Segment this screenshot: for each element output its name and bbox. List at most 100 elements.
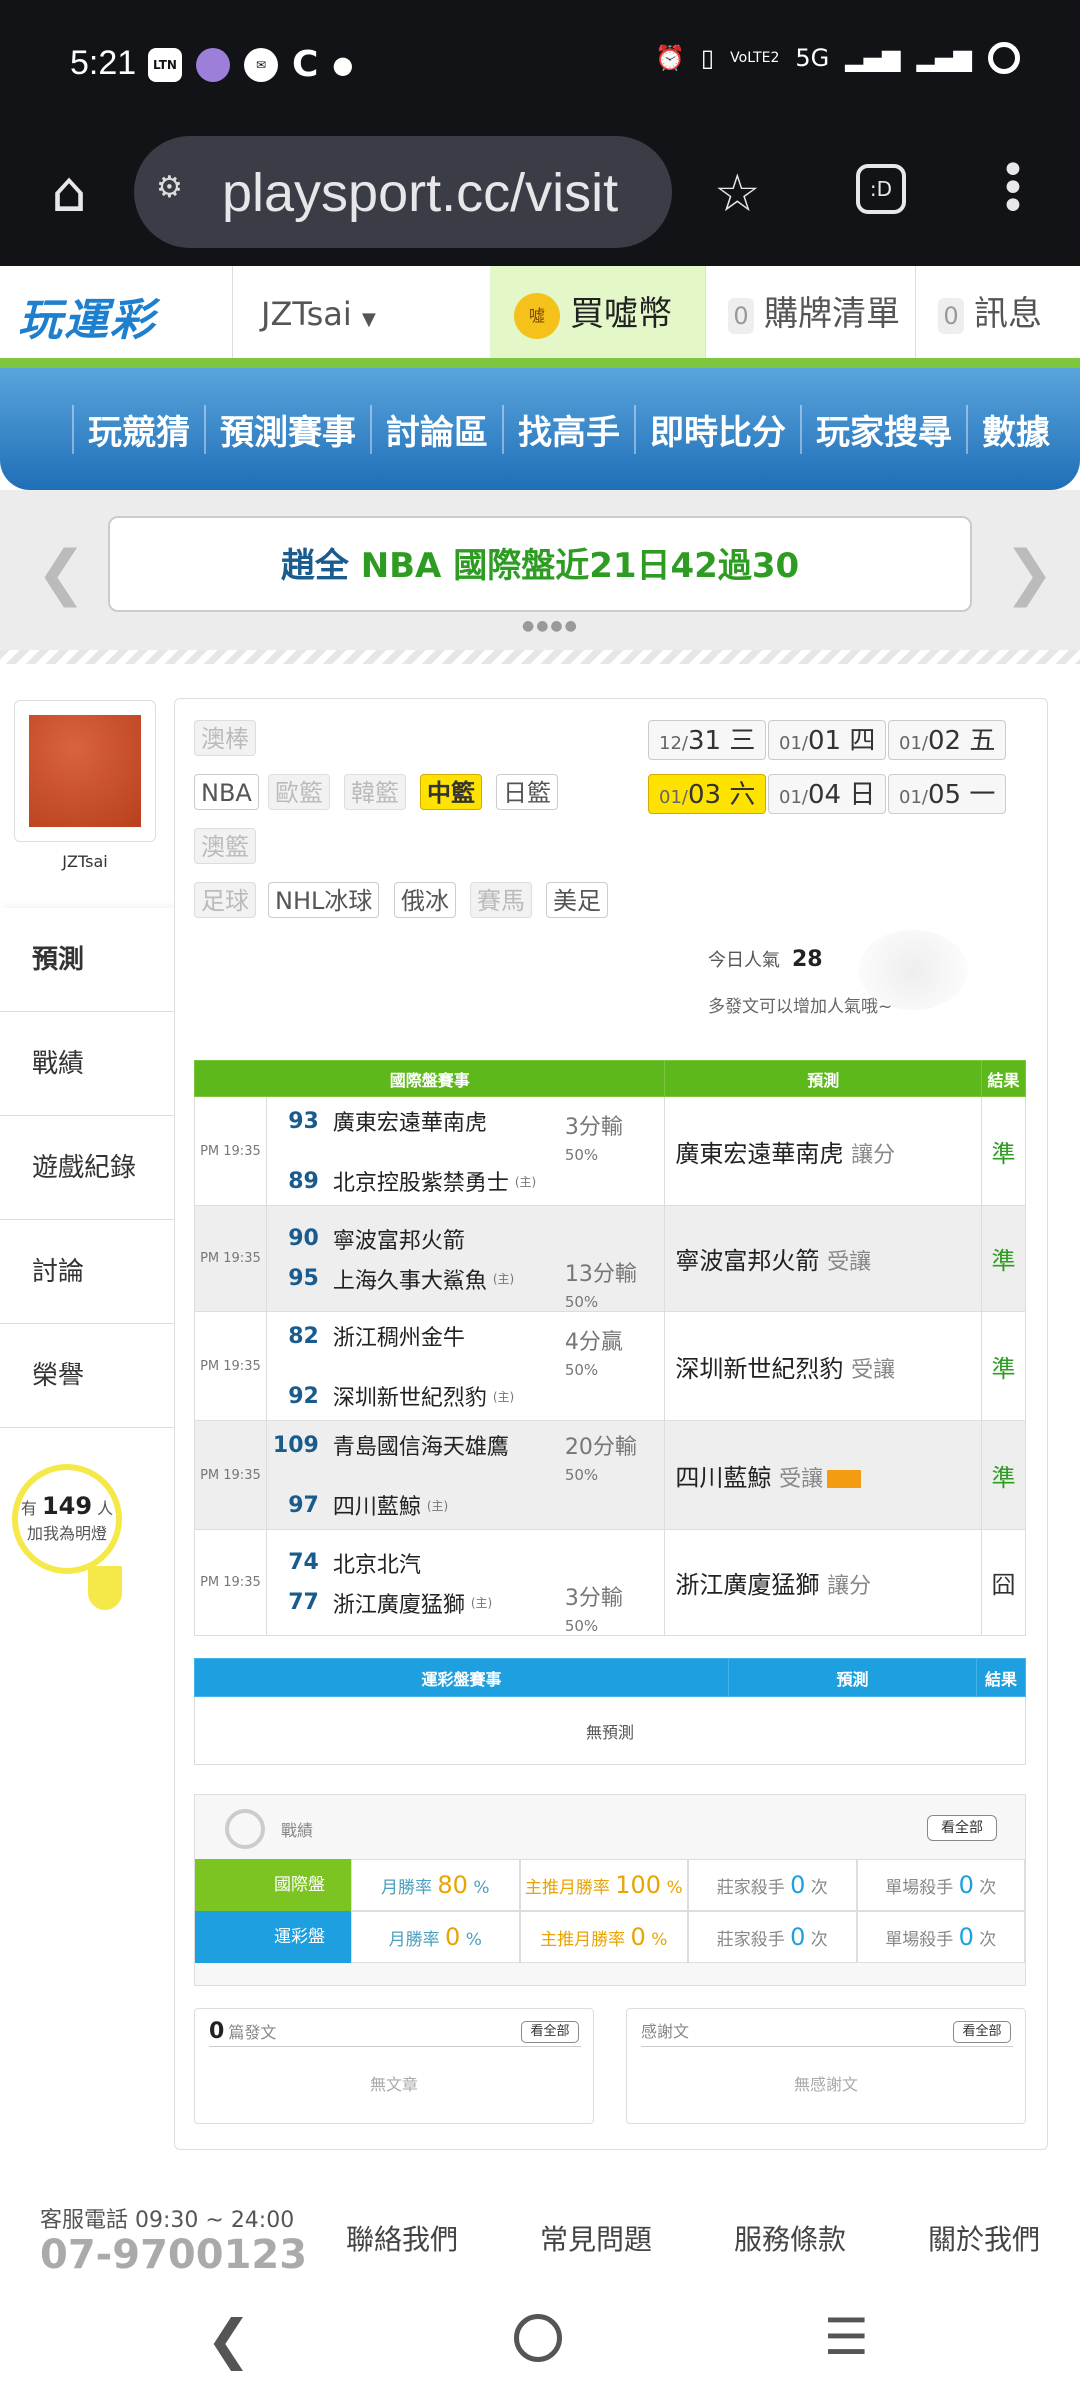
predicted-team: 深圳新世紀烈豹 [675, 1354, 844, 1383]
sport-tag-soccer[interactable]: 足球 [194, 882, 256, 918]
nav-item-forum[interactable]: 討論區 [370, 404, 502, 454]
menu-item-honors[interactable]: 榮譽 [0, 1324, 174, 1428]
promo-banner[interactable]: 趙全 NBA 國際盤近21日42過30 [108, 516, 972, 612]
sport-tag-aus-basketball[interactable]: 澳籃 [194, 828, 256, 864]
home-team[interactable]: 四川藍鯨 [333, 1489, 421, 1521]
away-team[interactable]: 青島國信海天雄鷹 [333, 1429, 509, 1461]
stat-label: 單場殺手 [885, 1930, 954, 1950]
date-weekday: 三 [729, 726, 756, 756]
view-all-thanks-button[interactable]: 看全部 [953, 2021, 1011, 2043]
nav-item-player-search[interactable]: 玩家搜尋 [800, 404, 966, 454]
stat-label: 月勝率 [388, 1930, 440, 1950]
cart-button[interactable]: 0 購牌清單 [705, 266, 915, 362]
chevron-right-icon[interactable]: ❯ [1004, 538, 1054, 608]
site-settings-icon[interactable]: ⚙ [156, 170, 200, 214]
home-marker: (主) [492, 1272, 515, 1286]
handicap-pct: 50% [564, 1146, 599, 1164]
table-row: 無預測 [194, 1696, 1026, 1765]
chevron-left-icon[interactable]: ❮ [36, 538, 86, 608]
date-0105[interactable]: 01/05 一 [888, 774, 1007, 814]
user-dropdown[interactable]: JZTsai ▼ [232, 266, 490, 362]
messages-button[interactable]: 0 訊息 [915, 266, 1080, 362]
away-score: 74 [288, 1550, 319, 1575]
sport-tag-american-football[interactable]: 美足 [546, 882, 608, 918]
handicap: 4分贏 50% [565, 1330, 623, 1383]
col-header-result: 結果 [976, 1658, 1026, 1697]
nav-item-experts[interactable]: 找高手 [502, 404, 634, 454]
service-phone[interactable]: 07-9700123 [40, 2232, 307, 2278]
recents-icon[interactable]: ☰ [824, 2308, 869, 2366]
more-options-icon[interactable]: • • • [1000, 149, 1026, 229]
col-header-prediction: 預測 [728, 1658, 977, 1697]
more-dot-icon: ● [332, 50, 354, 79]
date-0104[interactable]: 01/04 日 [768, 774, 887, 814]
home-team[interactable]: 北京控股紫禁勇士 [333, 1165, 509, 1197]
record-title: 戰績 [281, 1821, 314, 1840]
menu-item-record[interactable]: 戰績 [0, 1012, 174, 1116]
menu-item-game-history[interactable]: 遊戲紀錄 [0, 1116, 174, 1220]
battery-icon [988, 42, 1020, 74]
stat-unit: % [465, 1930, 482, 1950]
url-text[interactable]: playsport.cc/visit [222, 162, 662, 224]
footer-link-contact[interactable]: 聯絡我們 [346, 2218, 458, 2258]
record-panel: 戰績 看全部 國際盤 月勝率 80 % 主推月勝率 100 % 莊家殺手 0 次… [194, 1794, 1026, 1986]
nav-item-predict[interactable]: 預測賽事 [204, 404, 370, 454]
nav-item-guess[interactable]: 玩競猜 [72, 404, 204, 454]
bookmark-star-icon[interactable]: ☆ [714, 164, 761, 224]
footer-link-terms[interactable]: 服務條款 [734, 2218, 846, 2258]
home-team[interactable]: 浙江廣廈猛獅 [333, 1587, 465, 1619]
sport-tag-euro-basketball[interactable]: 歐籃 [268, 774, 330, 810]
buy-coin-button[interactable]: 噓買噓幣 [490, 266, 705, 362]
prediction: 寧波富邦火箭 受讓 [664, 1205, 983, 1312]
away-team[interactable]: 寧波富邦火箭 [333, 1223, 465, 1255]
sport-tag-nhl[interactable]: NHL冰球 [268, 882, 380, 918]
home-nav-icon[interactable] [514, 2314, 562, 2362]
address-bar[interactable]: ⚙ playsport.cc/visit [134, 136, 672, 248]
away-team[interactable]: 浙江稠州金牛 [333, 1320, 465, 1352]
view-all-record-button[interactable]: 看全部 [927, 1815, 997, 1841]
bulb-prefix: 有 [20, 1499, 37, 1518]
nav-item-data[interactable]: 數據 [966, 404, 1064, 454]
stat-value: 100 [615, 1871, 662, 1899]
date-1231[interactable]: 12/31 三 [648, 720, 767, 760]
sport-tag-russia-hockey[interactable]: 俄冰 [394, 882, 456, 918]
avatar-image [29, 715, 141, 827]
home-team[interactable]: 深圳新世紀烈豹 [333, 1380, 487, 1412]
handicap-pct: 50% [564, 1466, 599, 1484]
date-weekday: 一 [969, 780, 996, 810]
menu-item-predictions[interactable]: 預測 [0, 908, 174, 1012]
sport-tag-horse-racing[interactable]: 賽馬 [470, 882, 532, 918]
date-md: 01/ [779, 787, 808, 808]
follow-bulb[interactable]: 有 149 人 加我為明燈 [12, 1464, 122, 1610]
home-icon[interactable]: ⌂ [36, 160, 102, 226]
sport-tag-nba[interactable]: NBA [194, 774, 259, 810]
site-logo[interactable]: 玩運彩 [18, 284, 193, 346]
col-header-events: 運彩盤賽事 [194, 1658, 729, 1697]
cart-count: 0 [728, 297, 754, 334]
prediction: 四川藍鯨 受讓 [664, 1420, 983, 1530]
signal-icon: ▂▄▆ [845, 44, 901, 72]
away-team[interactable]: 廣東宏遠華南虎 [333, 1105, 487, 1137]
footer-link-faq[interactable]: 常見問題 [540, 2218, 652, 2258]
game-time: PM 19:35 [194, 1096, 267, 1206]
nav-item-live-scores[interactable]: 即時比分 [634, 404, 800, 454]
tab-switcher-icon[interactable]: :D [856, 164, 906, 214]
footer-link-about[interactable]: 關於我們 [928, 2218, 1040, 2258]
col-header-result: 結果 [981, 1060, 1026, 1097]
date-0103[interactable]: 01/03 六 [648, 774, 767, 814]
away-team[interactable]: 北京北汽 [333, 1547, 421, 1579]
view-all-posts-button[interactable]: 看全部 [521, 2021, 579, 2043]
avatar[interactable] [14, 700, 156, 842]
date-0102[interactable]: 01/02 五 [888, 720, 1007, 760]
sport-tag-china-basketball[interactable]: 中籃 [420, 774, 482, 810]
sport-tag-korea-basketball[interactable]: 韓籃 [344, 774, 406, 810]
home-team[interactable]: 上海久事大鯊魚 [333, 1263, 487, 1295]
stat-unit: % [473, 1878, 490, 1898]
date-0101[interactable]: 01/01 四 [768, 720, 887, 760]
back-icon[interactable]: ❮ [206, 2308, 251, 2371]
sport-tag-japan-basketball[interactable]: 日籃 [496, 774, 558, 810]
result: 準 [981, 1420, 1026, 1530]
menu-item-discussion[interactable]: 討論 [0, 1220, 174, 1324]
sport-tag-aus-baseball[interactable]: 澳棒 [194, 720, 256, 756]
handicap-value: 3分輸 [564, 1115, 623, 1140]
